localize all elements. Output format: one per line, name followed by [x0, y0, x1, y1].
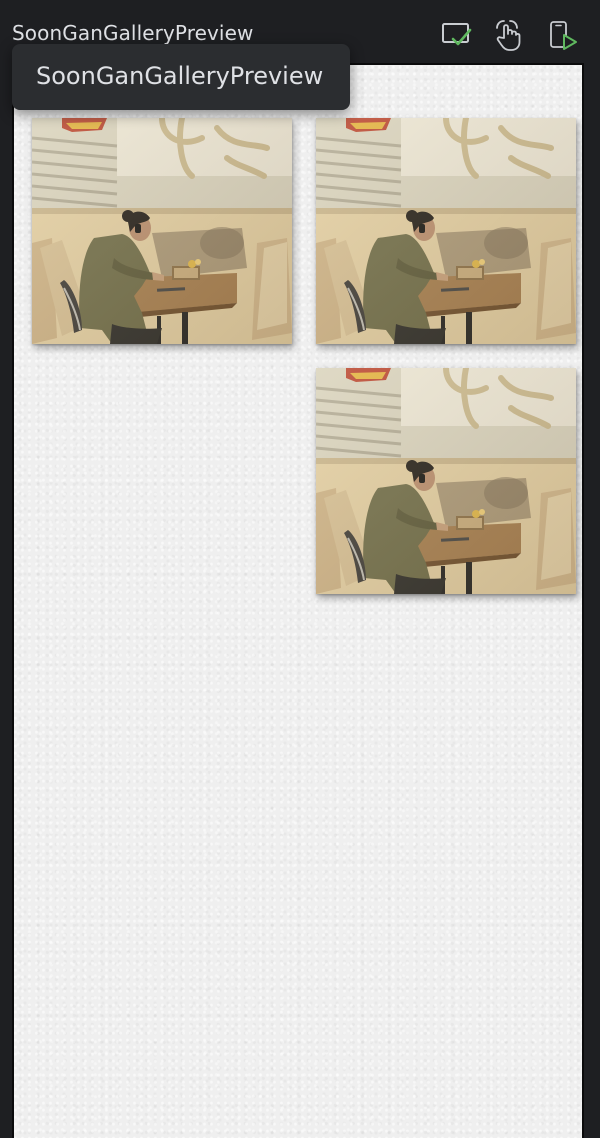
window-title: SoonGanGalleryPreview — [12, 21, 254, 45]
photo-image — [32, 118, 292, 344]
preview-check-icon[interactable] — [439, 18, 473, 52]
gallery-photo[interactable] — [32, 118, 292, 344]
run-on-device-icon[interactable] — [545, 18, 579, 52]
interactive-touch-icon[interactable] — [491, 18, 525, 52]
photo-image — [316, 368, 576, 594]
gallery-photo[interactable] — [316, 368, 576, 594]
tooltip-text: SoonGanGalleryPreview — [36, 62, 324, 90]
gallery-photo[interactable] — [316, 118, 576, 344]
photo-image — [316, 118, 576, 344]
preview-device-frame — [12, 63, 584, 1138]
title-tooltip: SoonGanGalleryPreview — [12, 44, 350, 110]
